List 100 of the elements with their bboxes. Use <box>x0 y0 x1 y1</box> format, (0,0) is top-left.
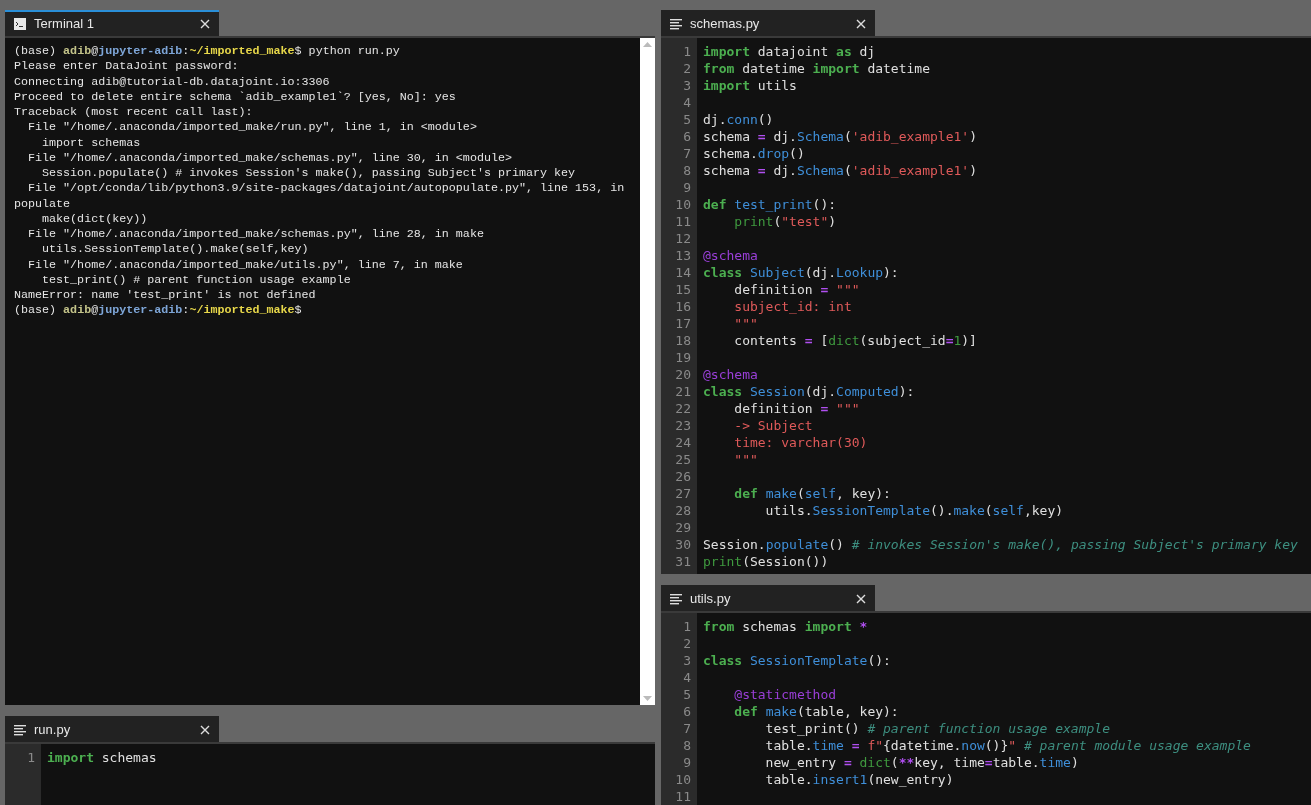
line-number: 1 <box>682 43 691 60</box>
code-line: schema = dj.Schema('adib_example1') <box>703 128 977 145</box>
code-line: time: varchar(30) <box>733 434 868 451</box>
line-number: 4 <box>682 669 691 686</box>
line-number: 4 <box>682 94 691 111</box>
line-number: 29 <box>674 519 691 536</box>
line-number: 1 <box>26 749 35 766</box>
code-line: @schema <box>703 366 758 383</box>
code-line: """ <box>733 315 758 332</box>
line-number: 17 <box>674 315 691 332</box>
terminal-line: (base) adib@jupyter-adib:~/imported_make$ python run.py <box>14 44 400 60</box>
line-number: 9 <box>682 754 691 771</box>
terminal-line: File "/home/.anaconda/imported_make/run.py", line 1, in <module> <box>27 120 477 136</box>
terminal-line: NameError: name 'test_print' is not defined <box>14 288 316 304</box>
line-number: 8 <box>682 162 691 179</box>
line-number: 11 <box>674 213 691 230</box>
terminal-line: populate <box>14 196 71 212</box>
code-line: subject_id: int <box>733 298 852 315</box>
code-line: class Session(dj.Computed): <box>703 383 915 400</box>
line-number: 28 <box>674 502 691 519</box>
code-line: test_print() # parent function usage example <box>764 720 1110 737</box>
line-number: 7 <box>682 720 691 737</box>
code-line: new_entry = dict(**key, time=table.time) <box>764 754 1079 771</box>
line-number: 22 <box>674 400 691 417</box>
code-line: print("test") <box>733 213 837 230</box>
code-line: utils.SessionTemplate().make(self,key) <box>764 502 1064 519</box>
terminal-line: (base) adib@jupyter-adib:~/imported_make$ <box>14 303 302 319</box>
code-line: import utils <box>703 77 797 94</box>
terminal-line: Traceback (most recent call last): <box>14 105 253 121</box>
line-number: 30 <box>674 536 691 553</box>
terminal-line: test_print() # parent function usage example <box>41 272 351 288</box>
code-line: contents = [dict(subject_id=1)] <box>733 332 977 349</box>
terminal-line: Connecting adib@tutorial-db.datajoint.io:3306 <box>14 74 330 90</box>
panel-tab[interactable]: utils.py <box>661 585 875 611</box>
terminal-line: utils.SessionTemplate().make(self,key) <box>41 242 309 258</box>
panel-tab[interactable]: Terminal 1 <box>5 10 219 36</box>
terminal-line: Session.populate() # invokes Session's make(), passing Subject's primary key <box>41 166 576 182</box>
line-number: 19 <box>674 349 691 366</box>
code-line: class Subject(dj.Lookup): <box>703 264 899 281</box>
line-number: 3 <box>682 652 691 669</box>
line-number: 16 <box>674 298 691 315</box>
line-number: 3 <box>682 77 691 94</box>
line-number: 24 <box>674 434 691 451</box>
line-number: 26 <box>674 468 691 485</box>
line-number: 7 <box>682 145 691 162</box>
code-line: def test_print(): <box>703 196 837 213</box>
line-number: 18 <box>674 332 691 349</box>
code-line: @staticmethod <box>733 686 837 703</box>
line-number: 1 <box>682 618 691 635</box>
line-number: 6 <box>682 703 691 720</box>
code-line: import schemas <box>47 749 157 766</box>
terminal-line: File "/home/.anaconda/imported_make/schemas.py", line 30, in <module> <box>27 150 512 166</box>
code-line: def make(table, key): <box>733 703 899 720</box>
panel-tab[interactable]: schemas.py <box>661 10 875 36</box>
terminal-line: Proceed to delete entire schema `adib_example1`? [yes, No]: yes <box>14 89 456 105</box>
line-number: 8 <box>682 737 691 754</box>
code-line: """ <box>733 451 758 468</box>
line-number: 2 <box>682 635 691 652</box>
code-line: table.time = f"{datetime.now()}" # parent module usage example <box>764 737 1251 754</box>
line-number: 5 <box>682 111 691 128</box>
close-icon[interactable] <box>200 725 210 735</box>
line-number: 21 <box>674 383 691 400</box>
line-number: 31 <box>674 553 691 570</box>
code-line: table.insert1(new_entry) <box>764 771 954 788</box>
code-line: schema = dj.Schema('adib_example1') <box>703 162 977 179</box>
code-line: dj.conn() <box>703 111 774 128</box>
terminal-icon <box>14 18 26 30</box>
code-line: import datajoint as dj <box>703 43 876 60</box>
line-number: 20 <box>674 366 691 383</box>
terminal-line: File "/home/.anaconda/imported_make/schemas.py", line 28, in make <box>27 227 484 243</box>
line-number: 11 <box>674 788 691 805</box>
close-icon[interactable] <box>856 19 866 29</box>
line-number: 10 <box>674 771 691 788</box>
terminal-line: File "/opt/conda/lib/python3.9/site-packages/datajoint/autopopulate.py", line 153, in <box>27 181 625 197</box>
text-file-icon <box>670 593 682 605</box>
text-file-icon <box>670 18 682 30</box>
code-line: print(Session()) <box>703 553 829 570</box>
line-number: 13 <box>674 247 691 264</box>
code-line: Session.populate() # invokes Session's make(), passing Subject's primary key <box>703 536 1298 553</box>
code-line: from schemas import * <box>703 618 868 635</box>
code-line: definition = """ <box>733 281 860 298</box>
panel-tab[interactable]: run.py <box>5 716 219 742</box>
code-line: -> Subject <box>733 417 813 434</box>
line-number: 25 <box>674 451 691 468</box>
code-line: def make(self, key): <box>733 485 891 502</box>
code-line: definition = """ <box>733 400 860 417</box>
line-number: 15 <box>674 281 691 298</box>
close-icon[interactable] <box>200 19 210 29</box>
terminal-line: make(dict(key)) <box>41 211 148 227</box>
terminal-line: import schemas <box>41 135 141 151</box>
terminal-line: Please enter DataJoint password: <box>14 59 239 75</box>
line-number: 9 <box>682 179 691 196</box>
code-line: class SessionTemplate(): <box>703 652 891 669</box>
close-icon[interactable] <box>856 594 866 604</box>
line-number: 5 <box>682 686 691 703</box>
line-number: 23 <box>674 417 691 434</box>
line-number: 14 <box>674 264 691 281</box>
line-number: 10 <box>674 196 691 213</box>
terminal-line: File "/home/.anaconda/imported_make/utils.py", line 7, in make <box>27 257 463 273</box>
line-number: 2 <box>682 60 691 77</box>
